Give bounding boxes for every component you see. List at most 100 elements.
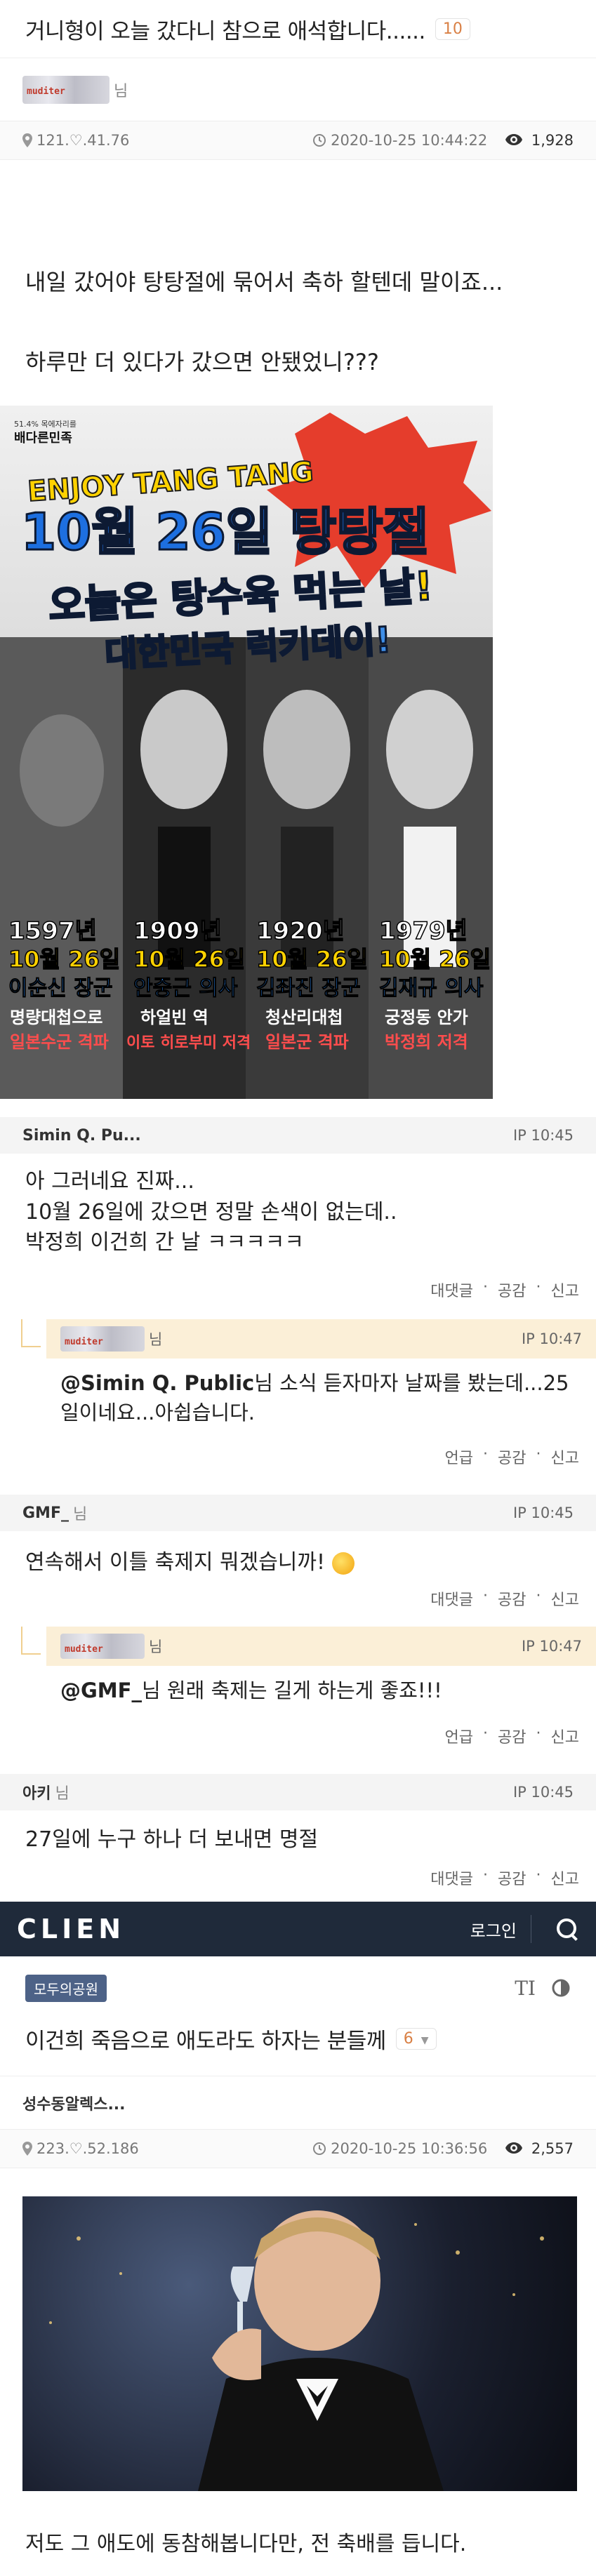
location-pin-icon bbox=[22, 133, 32, 147]
comment-3-line-1: 27일에 누구 하나 더 보내면 명절 bbox=[25, 1827, 319, 1852]
reply-2-nick-image[interactable]: muditer bbox=[60, 1634, 145, 1659]
reply-2-suffix: 님 bbox=[149, 1639, 163, 1655]
report-button[interactable]: 신고 bbox=[551, 1446, 579, 1468]
location-pin-icon bbox=[22, 2142, 32, 2156]
nick-image-text: muditer bbox=[65, 1337, 103, 1347]
report-button[interactable]: 신고 bbox=[551, 1587, 579, 1610]
reply-button[interactable]: 대댓글 bbox=[430, 1279, 473, 1301]
comment-1-line-1: 아 그러네요 진짜... bbox=[25, 1169, 194, 1194]
reply-2-mention[interactable]: @GMF_ bbox=[60, 1679, 142, 1702]
post-views: 1,928 bbox=[531, 132, 574, 149]
comment-1-body: 아 그러네요 진짜... 10월 26일에 갔으면 정말 손색이 없는데.. 박… bbox=[0, 1166, 423, 1258]
post-2-board-row: 모두의공원 TI bbox=[0, 1970, 596, 2006]
post-title[interactable]: 거니형이 오늘 갔다니 참으로 애석합니다...... bbox=[25, 13, 425, 45]
comment-3-actions: 대댓글 · 공감 · 신고 bbox=[404, 1867, 596, 1889]
toast-image-graphic bbox=[49, 2210, 544, 2491]
post-2-ip: 223.♡.52.186 bbox=[37, 2140, 139, 2157]
post-2-image[interactable] bbox=[22, 2196, 577, 2491]
post-2-comment-count-text: 6 bbox=[403, 2029, 413, 2048]
poster-line-2: 10월 26일 탕탕절 bbox=[21, 502, 430, 561]
comment-3-body: 27일에 누구 하나 더 보내면 명절 bbox=[0, 1824, 343, 1855]
comment-3-nick[interactable]: 아키 bbox=[22, 1781, 51, 1803]
card-2-name: 안중근 의사 bbox=[133, 976, 238, 1001]
reply-1-body: @Simin Q. Public님 소식 듣자마자 날짜를 봤는데...25일이… bbox=[46, 1359, 596, 1427]
post-datetime: 2020-10-25 10:44:22 bbox=[331, 132, 488, 149]
comment-1-line-2: 10월 26일에 갔으면 정말 손색이 없는데.. bbox=[25, 1199, 397, 1224]
board-chip[interactable]: 모두의공원 bbox=[25, 1974, 107, 2002]
reply-2: muditer 님 IP 10:47 @GMF_님 원래 축제는 길게 하는게 … bbox=[0, 1627, 596, 1705]
post-2-comment-count[interactable]: 6 ▼ bbox=[395, 2027, 437, 2050]
comment-count-badge[interactable]: 10 bbox=[435, 18, 470, 40]
views-count-wrap: 1,928 bbox=[505, 132, 574, 149]
report-button[interactable]: 신고 bbox=[551, 1867, 579, 1889]
search-icon[interactable] bbox=[555, 1917, 579, 1941]
reply-button[interactable]: 대댓글 bbox=[430, 1867, 473, 1889]
reply-1-suffix: 님 bbox=[149, 1331, 163, 1348]
sep: · bbox=[536, 1446, 541, 1463]
post-2-title[interactable]: 이건희 죽음으로 애도라도 하자는 분들께 bbox=[25, 2023, 386, 2055]
font-size-icon[interactable]: TI bbox=[515, 1977, 536, 2000]
comment-3-header: 아키 님 IP 10:45 bbox=[0, 1774, 596, 1810]
card-2-date: 10월 26일 bbox=[133, 946, 245, 973]
sep: · bbox=[536, 1587, 541, 1605]
post-1: 거니형이 오늘 갔다니 참으로 애석합니다...... 10 muditer 님… bbox=[0, 0, 596, 160]
login-link[interactable]: 로그인 bbox=[470, 1917, 517, 1942]
like-button[interactable]: 공감 bbox=[498, 1446, 526, 1468]
comment-2-nick[interactable]: GMF_ bbox=[22, 1504, 69, 1522]
card-3-year: 1920년 bbox=[256, 917, 345, 945]
like-button[interactable]: 공감 bbox=[498, 1725, 526, 1747]
report-button[interactable]: 신고 bbox=[551, 1725, 579, 1747]
post-body-line-2: 하루만 더 있다가 갔으면 안됐었니??? bbox=[25, 349, 379, 375]
report-button[interactable]: 신고 bbox=[551, 1279, 579, 1301]
post-2-body: 저도 그 애도에 동참해봅니다만, 전 축배를 듭니다. bbox=[25, 2532, 467, 2556]
reply-button[interactable]: 대댓글 bbox=[430, 1587, 473, 1610]
reply-1-nick-image[interactable]: muditer bbox=[60, 1326, 145, 1352]
card-1-name: 이순신 장군 bbox=[8, 976, 112, 1001]
reply-1-actions: 언급 · 공감 · 신고 bbox=[418, 1446, 596, 1468]
card-3-desc2: 일본군 격파 bbox=[265, 1032, 349, 1052]
reply-connector bbox=[21, 1319, 41, 1347]
post-2-views: 2,557 bbox=[531, 2140, 574, 2157]
author-nick-image[interactable]: muditer bbox=[22, 75, 110, 104]
card-1-desc2: 일본수군 격파 bbox=[10, 1032, 109, 1052]
mention-button[interactable]: 언급 bbox=[445, 1725, 473, 1747]
like-button[interactable]: 공감 bbox=[498, 1279, 526, 1301]
eye-icon bbox=[505, 2142, 523, 2154]
author-row: muditer 님 bbox=[0, 58, 596, 121]
reply-1-ip: IP 10:47 bbox=[521, 1330, 582, 1347]
comment-1-nick[interactable]: Simin Q. Pu... bbox=[22, 1127, 141, 1144]
comment-2-line-1: 연속해서 이틀 축제지 뭐겠습니까! bbox=[25, 1550, 326, 1575]
post-2-author[interactable]: 성수동알렉스... bbox=[22, 2092, 126, 2114]
reply-2-body: @GMF_님 원래 축제는 길게 하는게 좋죠!!! bbox=[46, 1666, 596, 1705]
card-4-year: 1979년 bbox=[379, 917, 468, 945]
post-title-row: 거니형이 오늘 갔다니 참으로 애석합니다...... 10 bbox=[0, 0, 596, 58]
mention-button[interactable]: 언급 bbox=[445, 1446, 473, 1468]
card-3-date: 10월 26일 bbox=[256, 946, 368, 973]
poster-badge-brand: 배다른민족 bbox=[14, 431, 72, 446]
site-logo[interactable]: CLIEN bbox=[17, 1914, 125, 1944]
card-1-year: 1597년 bbox=[8, 917, 97, 945]
post-meta: 121.♡.41.76 2020-10-25 10:44:22 1,928 bbox=[0, 121, 596, 160]
sep: · bbox=[536, 1725, 541, 1742]
poster-graphic: 51.4% 목에자리를 배다른민족 ENJOY TANG TANG 10월 26… bbox=[0, 406, 493, 1099]
reply-1-mention[interactable]: @Simin Q. Public bbox=[60, 1371, 254, 1395]
comment-1-header: Simin Q. Pu... IP 10:45 bbox=[0, 1117, 596, 1154]
post-2-datetime: 2020-10-25 10:36:56 bbox=[331, 2140, 488, 2157]
nick-image-text: muditer bbox=[65, 1644, 103, 1655]
card-4-desc2: 박정희 저격 bbox=[385, 1032, 468, 1052]
sep: · bbox=[536, 1279, 541, 1296]
post-2-author-row: 성수동알렉스... bbox=[0, 2076, 596, 2129]
post-2-views-wrap: 2,557 bbox=[505, 2140, 574, 2157]
comment-2-actions: 대댓글 · 공감 · 신고 bbox=[404, 1587, 596, 1610]
post-body-line-1: 내일 갔어야 탕탕절에 묶어서 축하 할텐데 말이죠... bbox=[25, 269, 503, 295]
card-1-date: 10월 26일 bbox=[8, 946, 120, 973]
post-image-poster[interactable]: 51.4% 목에자리를 배다른민족 ENJOY TANG TANG 10월 26… bbox=[0, 406, 493, 1099]
comment-2-header: GMF_ 님 IP 10:45 bbox=[0, 1495, 596, 1531]
reply-2-header: muditer 님 IP 10:47 bbox=[46, 1627, 596, 1666]
comment-2-ip: IP 10:45 bbox=[512, 1504, 574, 1521]
like-button[interactable]: 공감 bbox=[498, 1587, 526, 1610]
dark-mode-icon[interactable] bbox=[551, 1978, 571, 1998]
like-button[interactable]: 공감 bbox=[498, 1867, 526, 1889]
eye-icon bbox=[505, 134, 523, 145]
comment-1-line-3: 박정희 이건희 간 날 ㅋㅋㅋㅋㅋ bbox=[25, 1230, 304, 1255]
